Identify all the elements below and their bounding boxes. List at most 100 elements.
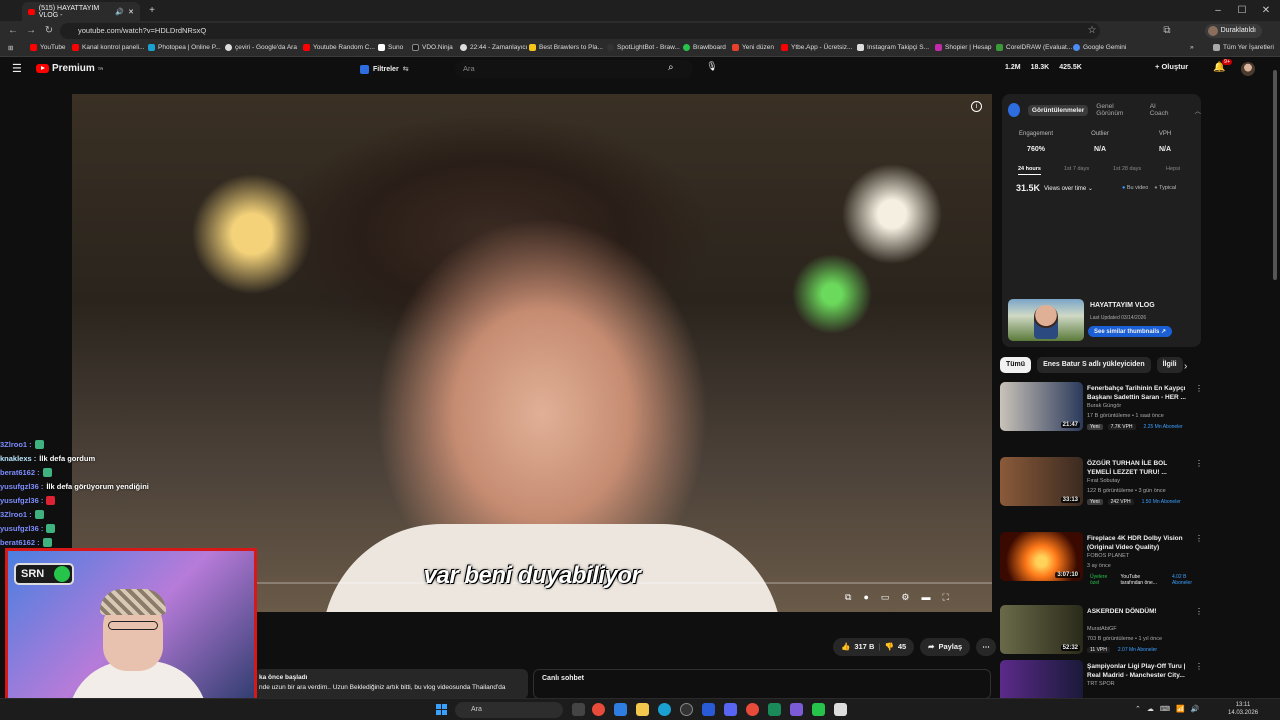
list-item[interactable]: 3:07:10 Fireplace 4K HDR Dolby Vision (O…: [1000, 532, 1203, 602]
bookmark-item[interactable]: Brawlboard: [683, 44, 726, 51]
bookmark-item[interactable]: çeviri - Google'da Ara: [225, 44, 297, 51]
hamburger-menu-icon[interactable]: ☰: [12, 62, 22, 75]
minimize-button[interactable]: –: [1206, 0, 1230, 21]
file-explorer-icon[interactable]: [636, 703, 649, 716]
kebab-menu-icon[interactable]: ⋮: [1195, 662, 1200, 671]
chrome-icon[interactable]: [592, 703, 605, 716]
scrollbar-thumb[interactable]: [1273, 70, 1277, 280]
profile-chip[interactable]: Duraklatıldı: [1204, 24, 1262, 38]
bookmark-item[interactable]: Instagram Takipçi S...: [857, 44, 929, 51]
bookmark-item[interactable]: 22:44 - Zamanlayıcı: [460, 44, 527, 51]
create-button[interactable]: + Oluştur: [1155, 62, 1188, 76]
kebab-menu-icon[interactable]: ⋮: [1195, 459, 1203, 468]
miniplayer-icon[interactable]: ⧉: [845, 592, 851, 603]
bookmark-item[interactable]: Photopea | Online P...: [148, 44, 221, 51]
edge-icon[interactable]: [658, 703, 671, 716]
bookmark-star-icon[interactable]: ☆: [1085, 24, 1099, 38]
similar-thumbnails-button[interactable]: See similar thumbnails ↗: [1088, 326, 1173, 337]
youtube-logo[interactable]: Premium TR: [36, 63, 103, 74]
new-tab-button[interactable]: +: [140, 0, 164, 21]
list-item[interactable]: 21:47 Fenerbahçe Tarihinin En Kaypçı Baş…: [1000, 382, 1203, 452]
bookmark-item[interactable]: Shopier | Hesap: [935, 44, 992, 51]
settings-gear-icon[interactable]: ⚙: [901, 592, 909, 603]
chip-related[interactable]: İlgili: [1156, 357, 1183, 373]
kebab-menu-icon[interactable]: ⋮: [1195, 534, 1203, 543]
reload-icon[interactable]: ↻: [42, 24, 56, 38]
kebab-menu-icon[interactable]: ⋮: [1195, 607, 1203, 616]
bookmark-item[interactable]: Youtube Random C...: [303, 44, 375, 51]
app-icon[interactable]: [614, 703, 627, 716]
app-icon[interactable]: [834, 703, 847, 716]
windows-start-icon[interactable]: [436, 704, 447, 715]
back-icon[interactable]: ←: [6, 24, 20, 38]
bookmark-item[interactable]: Yeni düzen: [732, 44, 774, 51]
bookmark-item[interactable]: Best Brawlers to Pla...: [529, 44, 603, 51]
page-scrollbar[interactable]: [1273, 58, 1277, 698]
apps-grid-icon[interactable]: ⊞: [8, 44, 13, 52]
autoplay-icon[interactable]: ●: [863, 592, 868, 603]
tab-overview[interactable]: Genel Görünüm: [1096, 103, 1135, 117]
all-bookmarks[interactable]: Tüm Yer İşaretleri: [1213, 44, 1274, 51]
task-view-icon[interactable]: [572, 703, 585, 716]
range-all[interactable]: Hepsi: [1166, 166, 1180, 172]
mute-icon[interactable]: 🔊: [115, 8, 124, 16]
range-28d[interactable]: 1st 28 days: [1113, 166, 1141, 172]
bookmark-item[interactable]: YouTube: [30, 44, 66, 51]
app-icon[interactable]: [790, 703, 803, 716]
microphone-icon[interactable]: 🎙: [705, 61, 719, 75]
thumbs-down-icon[interactable]: 👎: [884, 638, 893, 656]
bookmarks-overflow-icon[interactable]: »: [1190, 44, 1194, 51]
more-actions-icon[interactable]: ⋯: [976, 638, 996, 656]
range-7d[interactable]: 1st 7 days: [1064, 166, 1089, 172]
bookmark-item[interactable]: SpotLightBot - Braw...: [607, 44, 680, 51]
description-box[interactable]: ka önce başladı nde uzun bir ara verdim.…: [255, 669, 528, 699]
forward-icon[interactable]: →: [24, 24, 38, 38]
chip-uploader[interactable]: Enes Batur S adlı yükleyiciden: [1037, 357, 1151, 373]
share-button[interactable]: ➦ Paylaş: [920, 638, 971, 656]
tab-ai-coach[interactable]: AI Coach: [1150, 103, 1173, 117]
url-field[interactable]: youtube.com/watch?v=HDLDrdNRsxQ: [60, 23, 1100, 39]
search-input[interactable]: Ara: [455, 60, 693, 78]
bookmark-item[interactable]: VDO.Ninja: [412, 44, 453, 51]
app-icon[interactable]: [812, 703, 825, 716]
bookmark-item[interactable]: Google Gemini: [1073, 44, 1126, 51]
video-player[interactable]: [72, 94, 992, 612]
tab-views[interactable]: Görüntülenmeler: [1027, 104, 1089, 116]
maximize-button[interactable]: ☐: [1230, 0, 1254, 21]
bookmark-item[interactable]: Ytbe.App - Ücretsiz...: [781, 44, 852, 51]
range-24h[interactable]: 24 hours: [1018, 166, 1041, 175]
list-item[interactable]: 33:13 ÖZGÜR TURHAN İLE BOL YEMELİ LEZZET…: [1000, 457, 1203, 527]
avatar[interactable]: [1241, 62, 1255, 76]
browser-tab[interactable]: (515) HAYATTAYIM VLOG - 🔊 ✕: [22, 2, 140, 21]
search-icon[interactable]: ⌕: [668, 62, 674, 73]
bookmark-item[interactable]: Suno: [378, 44, 403, 51]
obs-icon[interactable]: [746, 703, 759, 716]
theater-mode-icon[interactable]: ▬: [921, 592, 930, 603]
dislike-count[interactable]: 45: [898, 638, 906, 656]
views-select[interactable]: Views over time ⌄: [1044, 185, 1093, 192]
system-tray[interactable]: ⌃ ☁ ⌨ 📶 🔊: [1135, 705, 1199, 713]
chevron-right-icon[interactable]: ›: [1184, 361, 1187, 372]
extensions-icon[interactable]: ⧉: [1160, 24, 1174, 38]
close-window-button[interactable]: ✕: [1254, 0, 1278, 21]
bookmark-item[interactable]: CorelDRAW (Evaluat...: [996, 44, 1072, 51]
kebab-menu-icon[interactable]: ⋮: [1195, 384, 1203, 393]
bookmark-item[interactable]: Kanal kontrol paneli...: [72, 44, 145, 51]
info-icon[interactable]: i: [971, 101, 982, 112]
discord-icon[interactable]: [724, 703, 737, 716]
collapse-icon[interactable]: ︿: [1195, 105, 1202, 115]
taskbar-clock[interactable]: 13:11 14.03.2026: [1228, 701, 1258, 717]
list-item[interactable]: Şampiyonlar Ligi Play-Off Turu | Real Ma…: [1000, 660, 1200, 698]
thumbs-up-icon[interactable]: 👍: [841, 638, 850, 656]
subtitles-icon[interactable]: ▭: [881, 592, 890, 603]
tab-close-icon[interactable]: ✕: [128, 8, 134, 16]
chip-all[interactable]: Tümü: [1000, 357, 1032, 373]
media-icon[interactable]: [680, 703, 693, 716]
filters-button[interactable]: Filtreler ⇆: [360, 62, 409, 76]
fullscreen-icon[interactable]: ⛶: [942, 592, 948, 603]
app-icon[interactable]: [702, 703, 715, 716]
like-count[interactable]: 317 B: [854, 638, 874, 656]
live-chat-box[interactable]: Canlı sohbet: [533, 669, 991, 699]
app-icon[interactable]: [768, 703, 781, 716]
taskbar-search[interactable]: Ara: [455, 702, 563, 718]
